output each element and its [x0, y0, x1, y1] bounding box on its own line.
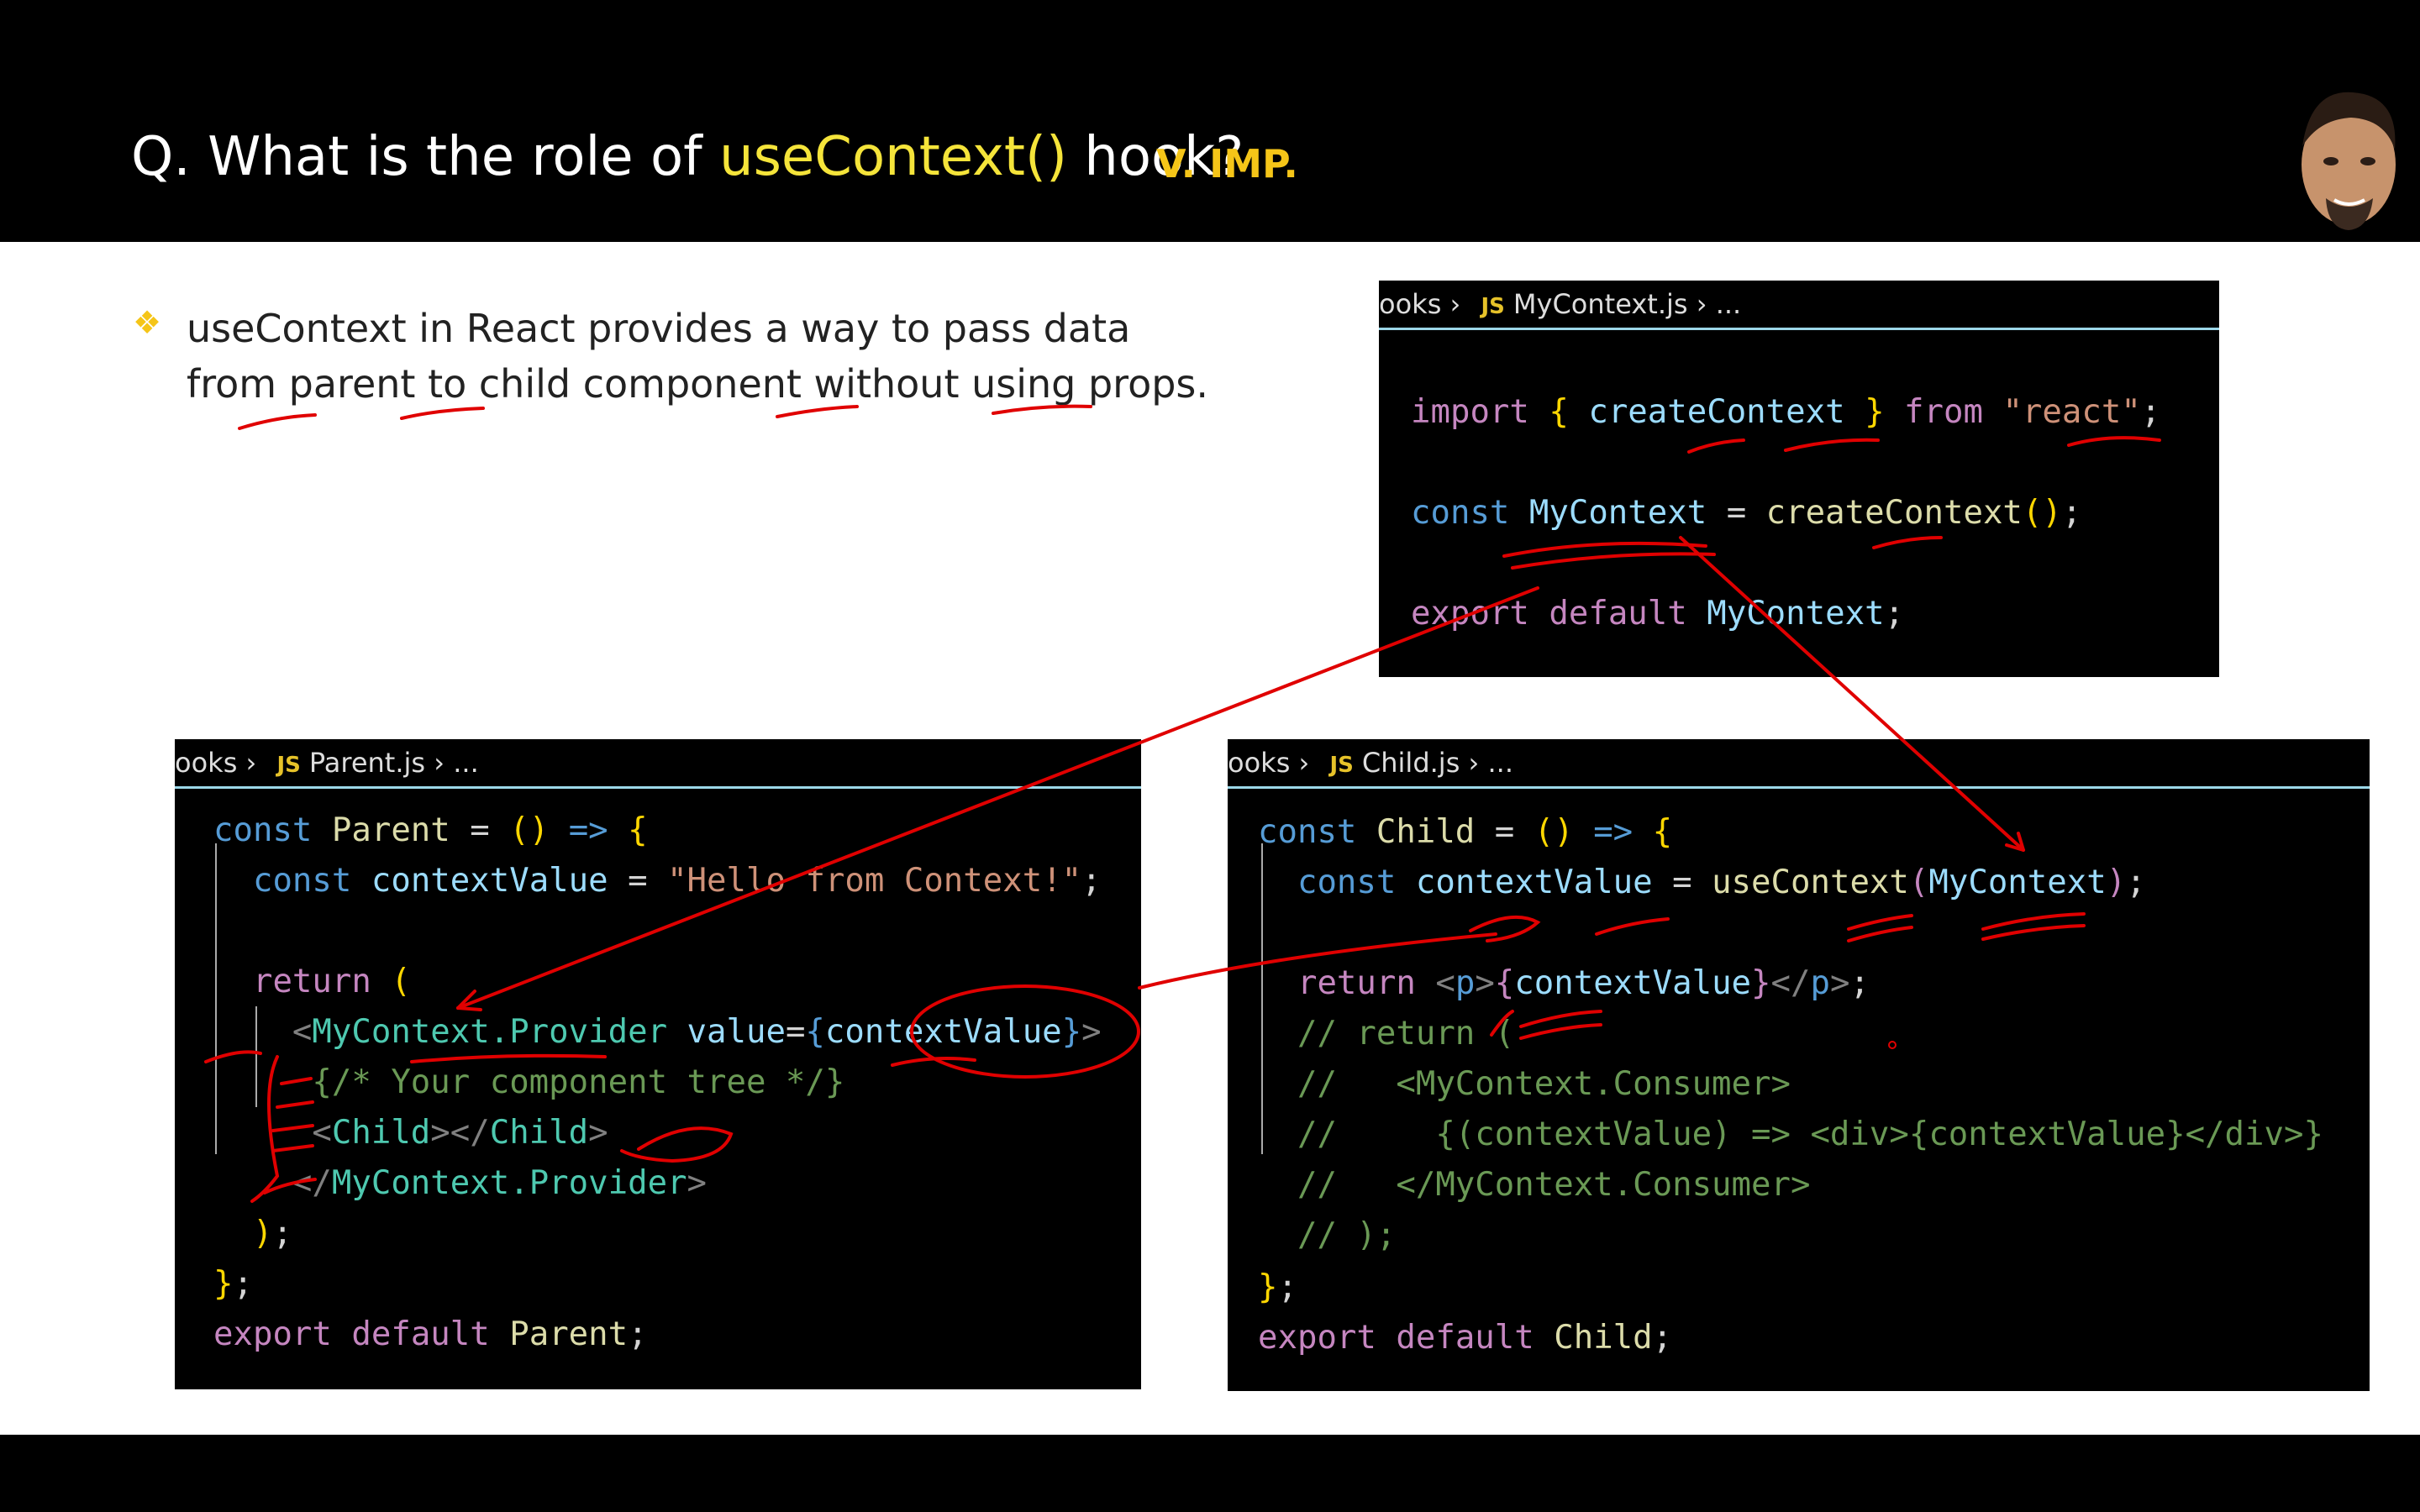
title-highlight: useContext() [719, 126, 1067, 188]
presenter-avatar [2286, 81, 2412, 237]
slide-title: Q. What is the role of useContext() hook… [131, 126, 1244, 188]
importance-badge: V. IMP. [1156, 141, 1298, 186]
bullet-text: useContext in React provides a way to pa… [187, 306, 1209, 407]
slide-footer [0, 1435, 2420, 1512]
code-panel-parent: ooks › JS Parent.js › ... const Parent = … [175, 739, 1141, 1389]
code-child: const Child = () => { const contextValue… [1258, 813, 2323, 1357]
code-parent: const Parent = () => { const contextValu… [213, 811, 1102, 1353]
slide-header [0, 0, 2420, 242]
code-panel-child: ooks › JS Child.js › ... const Child = ()… [1228, 739, 2370, 1391]
diamond-bullet-icon: ❖ [133, 306, 162, 341]
code-panel-mycontext: ooks › JS MyContext.js › ... import { cre… [1379, 281, 2219, 677]
code-mycontext: import { createContext } from "react"; c… [1411, 393, 2161, 633]
